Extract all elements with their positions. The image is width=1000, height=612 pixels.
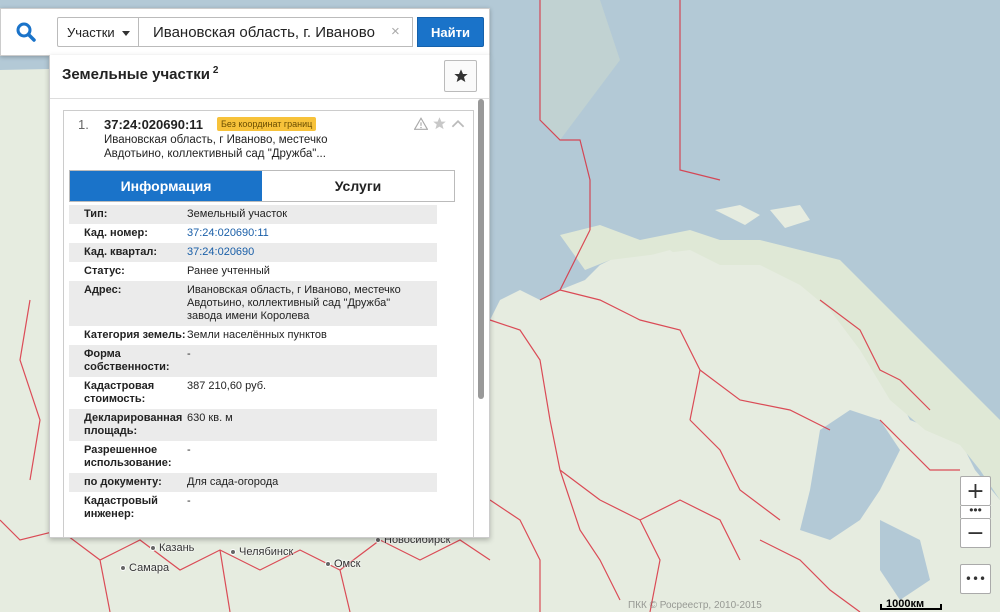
results-panel: Земельные участки 2 1. 37:24:020690:11 Бе… [49, 55, 490, 538]
star-icon[interactable] [432, 116, 447, 131]
city-dot [325, 561, 331, 568]
info-label: Тип: [84, 208, 108, 220]
info-label: Кадастровый инженер: [84, 495, 158, 520]
star-icon [453, 69, 468, 82]
city-label: Самара [120, 562, 169, 574]
info-row: Тип: Земельный участок [69, 205, 437, 224]
find-button[interactable]: Найти [417, 17, 484, 47]
info-label: Статус: [84, 265, 125, 277]
info-table: Тип: Земельный участок Кад. номер: 37:24:02… [69, 205, 437, 524]
more-options-button[interactable]: ••• [960, 564, 991, 594]
info-row: по документу: Для сада-огорода [69, 473, 437, 492]
info-row: Разрешенное использование: - [69, 441, 437, 473]
panel-scrollbar[interactable] [478, 99, 484, 399]
zoom-slider[interactable]: ••• [960, 504, 991, 518]
info-label: Кадастровая стоимость: [84, 380, 155, 405]
info-row: Форма собственности: - [69, 345, 437, 377]
zoom-out-button[interactable]: − [960, 518, 991, 548]
search-icon[interactable] [9, 17, 43, 47]
info-row: Кадастровая стоимость: 387 210,60 руб. [69, 377, 437, 409]
city-label: Казань [150, 542, 194, 554]
city-dot [230, 549, 236, 556]
info-label: по документу: [84, 476, 162, 488]
zoom-in-button[interactable]: + [960, 476, 991, 506]
info-row: Кадастровый инженер: - [69, 492, 437, 524]
info-label: Декларированная площадь: [84, 412, 183, 437]
results-count: 2 [212, 65, 219, 76]
info-row: Кад. номер: 37:24:020690:11 [69, 224, 437, 243]
city-label: Омск [325, 558, 360, 570]
info-value: Ранее учтенный [187, 265, 270, 277]
info-tabs: Информация Услуги [69, 170, 455, 202]
info-value[interactable]: 37:24:020690:11 [187, 227, 437, 240]
info-value: - [187, 348, 191, 360]
info-value: Земли населённых пунктов [187, 329, 327, 341]
info-label: Кад. квартал: [84, 246, 158, 258]
info-label: Форма собственности: [84, 348, 170, 373]
tab-services[interactable]: Услуги [262, 171, 454, 201]
city-dot [120, 565, 126, 572]
info-value: Для сада-огорода [187, 476, 279, 488]
panel-title: Земельные участки 2 [62, 65, 219, 83]
scale-bar [880, 604, 942, 610]
info-value: - [187, 444, 191, 456]
info-row: Декларированная площадь: 630 кв. м [69, 409, 437, 441]
cadastral-number[interactable]: 37:24:020690:11 [104, 117, 203, 132]
chevron-up-icon[interactable] [451, 119, 465, 129]
card-actions [414, 116, 465, 131]
info-value: Ивановская область, г Иваново, местечко … [187, 284, 401, 322]
chevron-down-icon [122, 31, 130, 36]
search-bar: Участки Ивановская область, г. Иваново ×… [0, 8, 490, 56]
item-address: Ивановская область, г Иваново, местечко … [104, 134, 328, 160]
status-badge: Без координат границ [217, 117, 317, 131]
item-number: 1. [78, 117, 89, 132]
info-label: Разрешенное использование: [84, 444, 172, 469]
tab-information[interactable]: Информация [70, 171, 262, 201]
info-row: Статус: Ранее учтенный [69, 262, 437, 281]
info-value: 630 кв. м [187, 412, 233, 424]
info-row: Кад. квартал: 37:24:020690 [69, 243, 437, 262]
info-value: 387 210,60 руб. [187, 380, 267, 392]
search-type-select[interactable]: Участки [57, 17, 139, 47]
info-value[interactable]: 37:24:020690 [187, 246, 437, 259]
info-label: Категория земель: [84, 329, 186, 341]
info-label: Кад. номер: [84, 227, 148, 239]
map-copyright: ПКК © Росреестр, 2010-2015 [628, 600, 762, 611]
city-label: Челябинск [230, 546, 293, 558]
favorites-button[interactable] [444, 60, 477, 92]
result-card: 1. 37:24:020690:11 Без координат границ … [63, 110, 474, 537]
info-value: Земельный участок [187, 208, 288, 220]
clear-icon[interactable]: × [391, 23, 400, 41]
city-dot [150, 545, 156, 552]
divider [50, 98, 489, 99]
info-value: - [187, 495, 191, 507]
info-row: Адрес: Ивановская область, г Иваново, мес… [69, 281, 437, 326]
info-label: Адрес: [84, 284, 122, 296]
search-input[interactable]: Ивановская область, г. Иваново [139, 17, 413, 47]
info-row: Категория земель: Земли населённых пункто… [69, 326, 437, 345]
warning-icon[interactable] [414, 117, 428, 130]
